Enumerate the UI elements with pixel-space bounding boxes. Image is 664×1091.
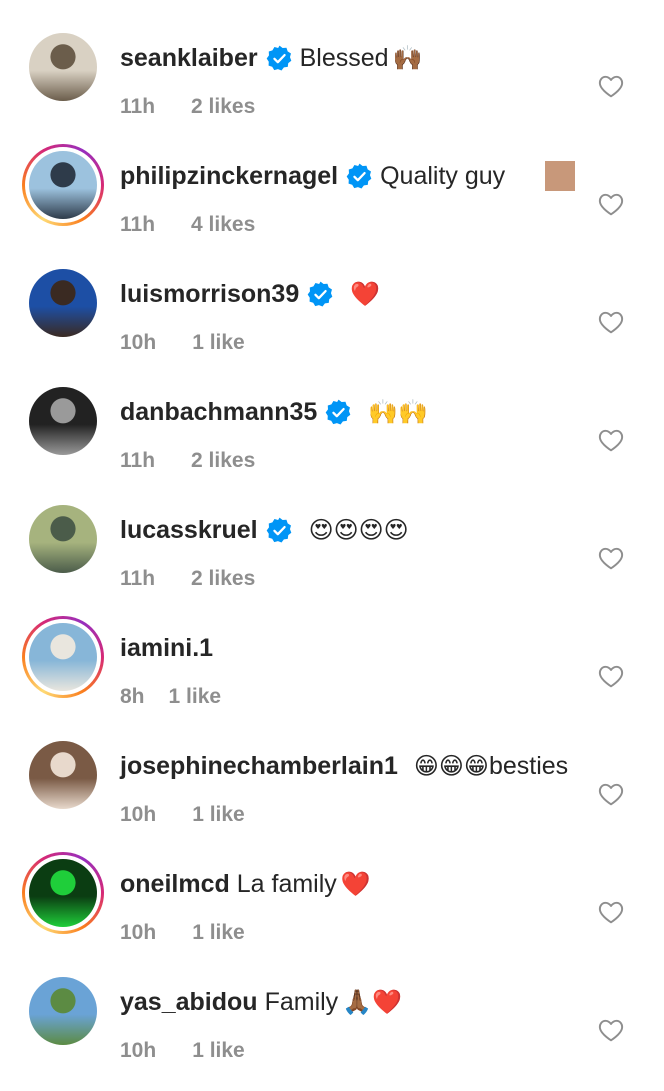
avatar[interactable] — [22, 970, 104, 1052]
username-link[interactable]: seanklaiber — [120, 40, 258, 76]
comment-meta: 10h 1 like — [120, 800, 245, 830]
like-heart-icon[interactable] — [598, 428, 626, 454]
verified-badge-icon — [307, 281, 334, 308]
avatar-image — [29, 151, 97, 219]
comment-row: josephinechamberlain1 😁😁😁 besties 10h 1 like — [0, 730, 664, 848]
avatar-image — [29, 741, 97, 809]
comment-time: 11h — [120, 449, 156, 472]
comment-row: danbachmann35 🙌🙌 11h 2 likes — [0, 376, 664, 494]
avatar-image — [29, 269, 97, 337]
avatar[interactable] — [22, 734, 104, 816]
avatar-image — [29, 387, 97, 455]
comment-line: iamini.1 — [120, 630, 213, 666]
likes-count[interactable]: 1 like — [169, 685, 222, 709]
comment-time: 10h — [120, 803, 157, 826]
comment-meta: 11h 2 likes — [120, 92, 255, 122]
avatar[interactable] — [22, 262, 104, 344]
comment-row: iamini.1 8h 1 like — [0, 612, 664, 730]
username-link[interactable]: yas_abidou — [120, 984, 258, 1020]
likes-count[interactable]: 1 like — [192, 331, 245, 355]
comment-time: 8h — [120, 685, 145, 708]
comment-line: yas_abidou Family 🙏🏾❤️ — [120, 984, 402, 1020]
like-heart-icon[interactable] — [598, 782, 626, 808]
avatar[interactable] — [22, 380, 104, 462]
like-heart-icon[interactable] — [598, 310, 626, 336]
likes-count[interactable]: 2 likes — [191, 567, 255, 591]
comment-text: Blessed — [299, 44, 389, 72]
likes-count[interactable]: 1 like — [192, 921, 245, 945]
username-link[interactable]: josephinechamberlain1 — [120, 748, 398, 784]
comment-line: danbachmann35 🙌🙌 — [120, 394, 428, 430]
comment-meta: 11h 2 likes — [120, 564, 255, 594]
like-heart-icon[interactable] — [598, 664, 626, 690]
comment-emoji: 🙌🏾 — [392, 44, 423, 72]
avatar[interactable] — [22, 852, 104, 934]
comment-emoji: 😁😁😁 — [413, 752, 489, 780]
username-link[interactable]: iamini.1 — [120, 630, 213, 666]
comment-text: Quality guy — [380, 162, 506, 190]
comment-meta: 11h 4 likes — [120, 210, 255, 240]
verified-badge-icon — [346, 163, 373, 190]
comment-time: 10h — [120, 331, 157, 354]
verified-badge-icon — [266, 517, 293, 544]
comment-text: besties — [488, 752, 569, 780]
like-heart-icon[interactable] — [598, 192, 626, 218]
comment-time: 11h — [120, 95, 156, 118]
avatar-image — [29, 623, 97, 691]
comment-row: lucasskruel 😍😍😍😍 11h 2 likes — [0, 494, 664, 612]
like-heart-icon[interactable] — [598, 546, 626, 572]
comment-time: 11h — [120, 213, 156, 236]
like-heart-icon[interactable] — [598, 74, 626, 100]
like-heart-icon[interactable] — [598, 900, 626, 926]
likes-count[interactable]: 2 likes — [191, 95, 255, 119]
comment-meta: 11h 2 likes — [120, 446, 255, 476]
avatar[interactable] — [22, 144, 104, 226]
comment-line: oneilmcd La family ❤️ — [120, 866, 371, 902]
comment-meta: 10h 1 like — [120, 918, 245, 948]
likes-count[interactable]: 4 likes — [191, 213, 255, 237]
avatar-image — [29, 33, 97, 101]
comment-line: seanklaiber Blessed 🙌🏾 — [120, 40, 422, 76]
comment-emoji: ❤️ — [350, 280, 381, 308]
comment-line: josephinechamberlain1 😁😁😁 besties — [120, 748, 568, 784]
username-link[interactable]: lucasskruel — [120, 512, 258, 548]
comment-row: luismorrison39 ❤️ 10h 1 like — [0, 258, 664, 376]
verified-badge-icon — [266, 45, 293, 72]
comment-time: 10h — [120, 921, 157, 944]
comment-emoji: 🙌🙌 — [368, 398, 429, 426]
username-link[interactable]: oneilmcd — [120, 866, 230, 902]
comment-meta: 8h 1 like — [120, 682, 221, 712]
comment-line: philipzinckernagel Quality guy — [120, 158, 576, 194]
comment-line: luismorrison39 ❤️ — [120, 276, 380, 312]
comment-text: Family — [264, 988, 339, 1016]
avatar-image — [29, 505, 97, 573]
comment-row: yas_abidou Family 🙏🏾❤️ 10h 1 like — [0, 966, 664, 1084]
skin-tone-square-icon — [545, 161, 576, 191]
comment-time: 11h — [120, 567, 156, 590]
comment-meta: 10h 1 like — [120, 328, 245, 358]
likes-count[interactable]: 1 like — [192, 1039, 245, 1063]
comment-meta: 10h 1 like — [120, 1036, 245, 1066]
comment-line: lucasskruel 😍😍😍😍 — [120, 512, 409, 548]
comment-emoji: ❤️ — [340, 870, 371, 898]
comment-row: philipzinckernagel Quality guy 11h 4 likes — [0, 140, 664, 258]
avatar-image — [29, 859, 97, 927]
comment-emoji: 😍😍😍😍 — [308, 516, 409, 544]
username-link[interactable]: danbachmann35 — [120, 394, 317, 430]
avatar[interactable] — [22, 498, 104, 580]
comment-time: 10h — [120, 1039, 157, 1062]
comment-emoji: 🙏🏾❤️ — [342, 988, 402, 1016]
comment-row: seanklaiber Blessed 🙌🏾 11h 2 likes — [0, 22, 664, 140]
comment-text: La family — [236, 870, 337, 898]
like-heart-icon[interactable] — [598, 1018, 626, 1044]
avatar-image — [29, 977, 97, 1045]
verified-badge-icon — [325, 399, 352, 426]
likes-count[interactable]: 1 like — [192, 803, 245, 827]
avatar[interactable] — [22, 616, 104, 698]
username-link[interactable]: luismorrison39 — [120, 276, 299, 312]
avatar[interactable] — [22, 26, 104, 108]
comment-row: oneilmcd La family ❤️ 10h 1 like — [0, 848, 664, 966]
likes-count[interactable]: 2 likes — [191, 449, 255, 473]
username-link[interactable]: philipzinckernagel — [120, 158, 338, 194]
